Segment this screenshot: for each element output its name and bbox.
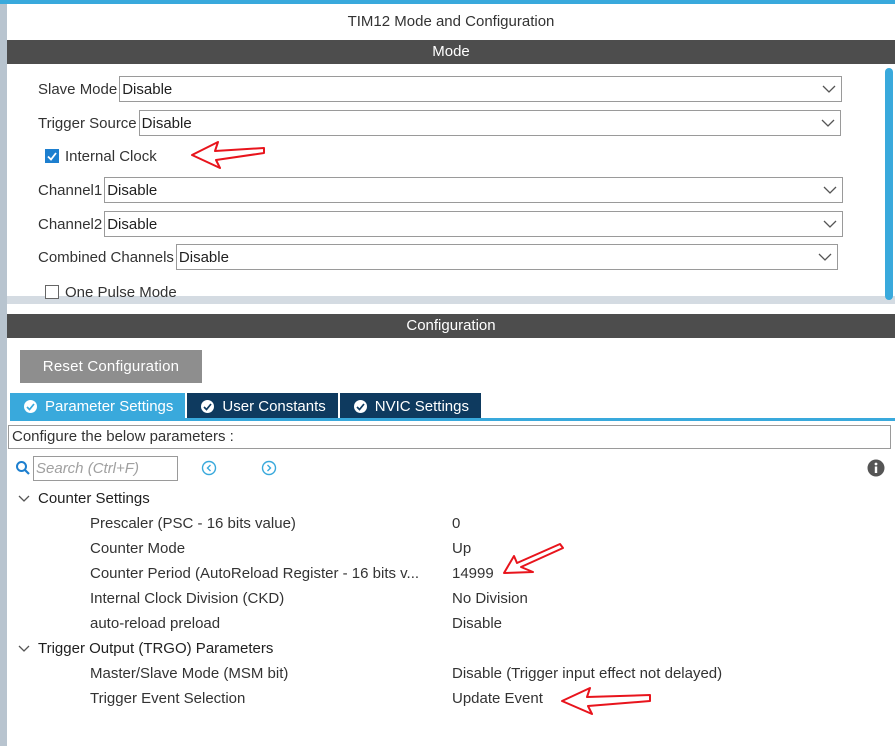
previous-icon[interactable] (201, 460, 217, 476)
param-value[interactable]: Update Event (452, 686, 543, 711)
check-circle-icon (201, 400, 215, 413)
channel1-select[interactable]: Disable (104, 177, 844, 203)
param-name: Master/Slave Mode (MSM bit) (90, 665, 289, 682)
combined-channels-select[interactable]: Disable (175, 244, 838, 270)
param-value[interactable]: 14999 (452, 561, 494, 586)
channel2-select[interactable]: Disable (104, 211, 844, 237)
tab-label: NVIC Settings (374, 398, 469, 415)
tab-label: Parameter Settings (45, 398, 174, 415)
check-circle-icon (24, 400, 37, 413)
tab-label: User Constants (222, 398, 326, 415)
red-arrow-annotation (191, 141, 265, 169)
param-value[interactable]: Disable (Trigger input effect not delaye… (452, 661, 722, 686)
configuration-header: Configuration (7, 314, 895, 338)
configuration-panel: Reset Configuration Parameter Settings U… (7, 338, 895, 746)
param-name: Trigger Event Selection (90, 690, 246, 707)
chevron-down-icon (817, 77, 841, 101)
slave-mode-label: Slave Mode (38, 80, 118, 98)
search-input[interactable]: Search (Ctrl+F) (33, 456, 178, 481)
slave-mode-select[interactable]: Disable (119, 76, 843, 102)
combined-channels-row: Combined Channels Disable (38, 244, 838, 270)
param-value[interactable]: Up (452, 536, 471, 561)
check-circle-icon (353, 400, 367, 413)
trigger-source-row: Trigger Source Disable (38, 110, 841, 136)
info-icon[interactable] (867, 459, 885, 477)
window-title: TIM12 Mode and Configuration (347, 13, 555, 30)
chevron-down-icon (818, 178, 842, 202)
mode-header: Mode (7, 40, 895, 64)
group-label: Counter Settings (38, 489, 150, 507)
internal-clock-row: Internal Clock (45, 143, 159, 169)
window-left-frame (0, 4, 7, 746)
combined-channels-value: Disable (178, 248, 229, 266)
mode-panel: Slave Mode Disable Trigger Source Disabl… (7, 64, 895, 304)
slave-mode-row: Slave Mode Disable (38, 76, 843, 102)
trigger-source-select[interactable]: Disable (138, 110, 841, 136)
trigger-source-label: Trigger Source (38, 114, 137, 132)
param-value[interactable]: No Division (452, 586, 528, 611)
param-name: Prescaler (PSC - 16 bits value) (90, 515, 296, 532)
search-icon[interactable] (15, 460, 31, 476)
red-arrow-annotation (503, 543, 564, 574)
slave-mode-value: Disable (122, 80, 173, 98)
channel2-row: Channel2 Disable (38, 211, 844, 237)
reset-configuration-button[interactable]: Reset Configuration (20, 350, 202, 383)
next-icon[interactable] (261, 460, 277, 476)
chevron-down-icon (816, 111, 840, 135)
red-arrow-annotation (561, 687, 651, 715)
param-name: Internal Clock Division (CKD) (90, 590, 285, 607)
mode-scrollbar[interactable] (885, 68, 893, 300)
internal-clock-checkbox[interactable] (45, 149, 59, 163)
param-value[interactable]: 0 (452, 511, 460, 536)
one-pulse-mode-checkbox[interactable] (45, 285, 59, 299)
param-name: Counter Period (AutoReload Register - 16… (90, 565, 420, 582)
channel1-value: Disable (107, 181, 158, 199)
config-tabs: Parameter Settings User Constants NVIC S… (10, 393, 483, 420)
tab-nvic-settings[interactable]: NVIC Settings (339, 393, 481, 420)
channel2-label: Channel2 (38, 215, 103, 233)
search-row: Search (Ctrl+F) (15, 456, 885, 482)
group-counter-settings[interactable]: Counter Settings (17, 486, 150, 510)
chevron-down-icon (813, 245, 837, 269)
param-name: auto-reload preload (90, 615, 221, 632)
tab-underline (10, 418, 895, 421)
group-label: Trigger Output (TRGO) Parameters (38, 639, 274, 657)
param-value[interactable]: Disable (452, 611, 502, 636)
expand-icon[interactable] (17, 491, 31, 505)
one-pulse-mode-row: One Pulse Mode (45, 279, 179, 305)
expand-icon[interactable] (17, 641, 31, 655)
combined-channels-label: Combined Channels (38, 248, 174, 266)
one-pulse-mode-label: One Pulse Mode (65, 283, 177, 301)
channel2-value: Disable (107, 215, 158, 233)
group-trigger-output[interactable]: Trigger Output (TRGO) Parameters (17, 636, 273, 660)
channel1-row: Channel1 Disable (38, 177, 844, 203)
parameters-description: Configure the below parameters : (8, 425, 891, 449)
param-name: Counter Mode (90, 540, 186, 557)
trigger-source-value: Disable (141, 114, 192, 132)
checkmark-icon (47, 151, 57, 161)
tab-parameter-settings[interactable]: Parameter Settings (10, 393, 186, 420)
channel1-label: Channel1 (38, 181, 103, 199)
internal-clock-label: Internal Clock (65, 147, 157, 165)
chevron-down-icon (818, 212, 842, 236)
tab-user-constants[interactable]: User Constants (187, 393, 338, 420)
